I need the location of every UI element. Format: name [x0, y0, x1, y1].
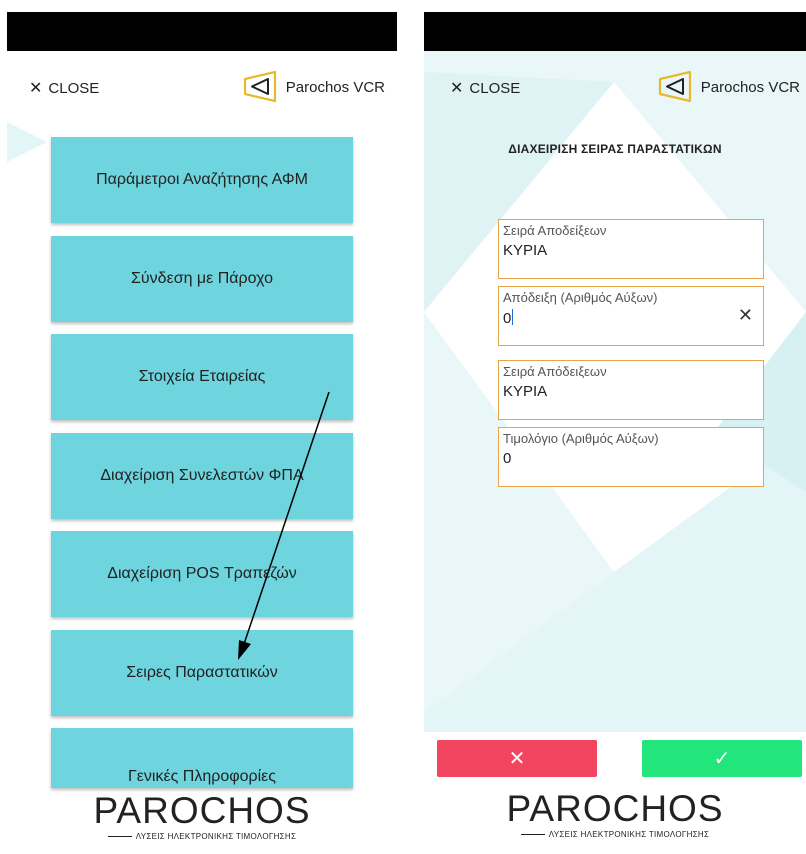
- check-icon: ✓: [713, 748, 731, 770]
- brand-name: Parochos VCR: [285, 78, 385, 96]
- logo-tagline-text: ΛΥΣΕΙΣ ΗΛΕΚΤΡΟΝΙΚΗΣ ΤΙΜΟΛΟΓΗΣΗΣ: [135, 832, 297, 841]
- receipt-series-field-2[interactable]: Σειρά Απόδειξεων ΚΥΡΙΑ: [498, 360, 764, 420]
- field-value: 0: [503, 310, 512, 327]
- menu-item-afm-search-params[interactable]: Παράμετροι Αναζήτησης ΑΦΜ: [51, 137, 353, 223]
- close-icon: ✕: [450, 80, 464, 97]
- x-icon: ✕: [508, 748, 526, 770]
- menu-item-label: Σύνδεση με Πάροχο: [131, 270, 273, 287]
- menu-item-label: Στοιχεία Εταιρείας: [138, 368, 266, 385]
- logo-text: PAROCHOS: [93, 790, 311, 831]
- text-cursor: [512, 309, 514, 325]
- close-button[interactable]: ✕ CLOSE: [29, 78, 99, 98]
- footer-logo: PAROCHOS ΛΥΣΕΙΣ ΗΛΕΚΤΡΟΝΙΚΗΣ ΤΙΜΟΛΟΓΗΣΗΣ: [7, 790, 397, 841]
- menu-item-label: Γενικές Πληροφορίες: [127, 768, 276, 785]
- field-label: Τιμολόγιο (Αριθμός Αύξων): [503, 431, 659, 446]
- footer-logo: PAROCHOS ΛΥΣΕΙΣ ΗΛΕΚΤΡΟΝΙΚΗΣ ΤΙΜΟΛΟΓΗΣΗΣ: [424, 788, 806, 839]
- brand: Parochos VCR: [242, 70, 385, 104]
- field-value-wrap: 0: [503, 309, 514, 327]
- receipt-number-field[interactable]: Απόδειξη (Αριθμός Αύξων) 0 ✕: [498, 286, 764, 346]
- field-value: ΚΥΡΙΑ: [503, 383, 548, 400]
- cancel-button[interactable]: ✕: [437, 740, 597, 777]
- field-label: Απόδειξη (Αριθμός Αύξων): [503, 290, 658, 305]
- menu-item-document-series[interactable]: Σειρες Παραστατικών: [51, 630, 353, 716]
- parochos-logo-icon: [243, 70, 276, 103]
- status-bar: [7, 12, 397, 51]
- right-screen: ✕ CLOSE Parochos VCR ΔΙΑΧΕΙΡΙΣΗ ΣΕΙΡΑΣ Π…: [424, 12, 806, 854]
- top-bar: ✕ CLOSE Parochos VCR: [424, 70, 806, 110]
- field-label: Σειρά Απόδειξεων: [503, 364, 607, 379]
- close-label: CLOSE: [469, 79, 521, 97]
- page-title: ΔΙΑΧΕΙΡΙΣΗ ΣΕΙΡΑΣ ΠΑΡΑΣΤΑΤΙΚΩΝ: [508, 142, 722, 156]
- invoice-number-field[interactable]: Τιμολόγιο (Αριθμός Αύξων) 0: [498, 427, 764, 487]
- status-bar: [424, 12, 806, 51]
- logo-text: PAROCHOS: [506, 788, 724, 829]
- logo-tagline-text: ΛΥΣΕΙΣ ΗΛΕΚΤΡΟΝΙΚΗΣ ΤΙΜΟΛΟΓΗΣΗΣ: [548, 830, 710, 839]
- field-value: 0: [503, 450, 512, 467]
- field-label: Σειρά Αποδείξεων: [503, 223, 607, 238]
- top-bar: ✕ CLOSE Parochos VCR: [7, 70, 397, 110]
- parochos-logo-icon: [658, 70, 691, 103]
- field-value: ΚΥΡΙΑ: [503, 242, 548, 259]
- logo-tagline: ΛΥΣΕΙΣ ΗΛΕΚΤΡΟΝΙΚΗΣ ΤΙΜΟΛΟΓΗΣΗΣ: [424, 830, 806, 839]
- menu-item-provider-connection[interactable]: Σύνδεση με Πάροχο: [51, 236, 353, 322]
- receipt-series-field[interactable]: Σειρά Αποδείξεων ΚΥΡΙΑ: [498, 219, 764, 279]
- brand: Parochos VCR: [657, 70, 800, 104]
- menu-item-label: Διαχείριση POS Τραπεζών: [107, 565, 297, 582]
- brand-name: Parochos VCR: [700, 78, 800, 96]
- logo-tagline: ΛΥΣΕΙΣ ΗΛΕΚΤΡΟΝΙΚΗΣ ΤΙΜΟΛΟΓΗΣΗΣ: [7, 832, 397, 841]
- menu-item-company-info[interactable]: Στοιχεία Εταιρείας: [51, 334, 353, 420]
- menu-item-vat-rates[interactable]: Διαχείριση Συνελεστών ΦΠΑ: [51, 433, 353, 519]
- menu-item-label: Παράμετροι Αναζήτησης ΑΦΜ: [96, 171, 308, 188]
- close-icon: ✕: [29, 80, 43, 97]
- menu-item-label: Διαχείριση Συνελεστών ΦΠΑ: [100, 467, 304, 484]
- confirm-button[interactable]: ✓: [642, 740, 802, 777]
- clear-icon[interactable]: ✕: [738, 305, 753, 326]
- menu-item-general-info[interactable]: Γενικές Πληροφορίες: [51, 728, 353, 788]
- menu-item-pos-banks[interactable]: Διαχείριση POS Τραπεζών: [51, 531, 353, 617]
- close-label: CLOSE: [48, 79, 100, 97]
- close-button[interactable]: ✕ CLOSE: [450, 78, 520, 98]
- menu-item-label: Σειρες Παραστατικών: [126, 664, 278, 681]
- left-screen: ✕ CLOSE Parochos VCR Παράμετροι Αναζήτησ…: [7, 12, 397, 854]
